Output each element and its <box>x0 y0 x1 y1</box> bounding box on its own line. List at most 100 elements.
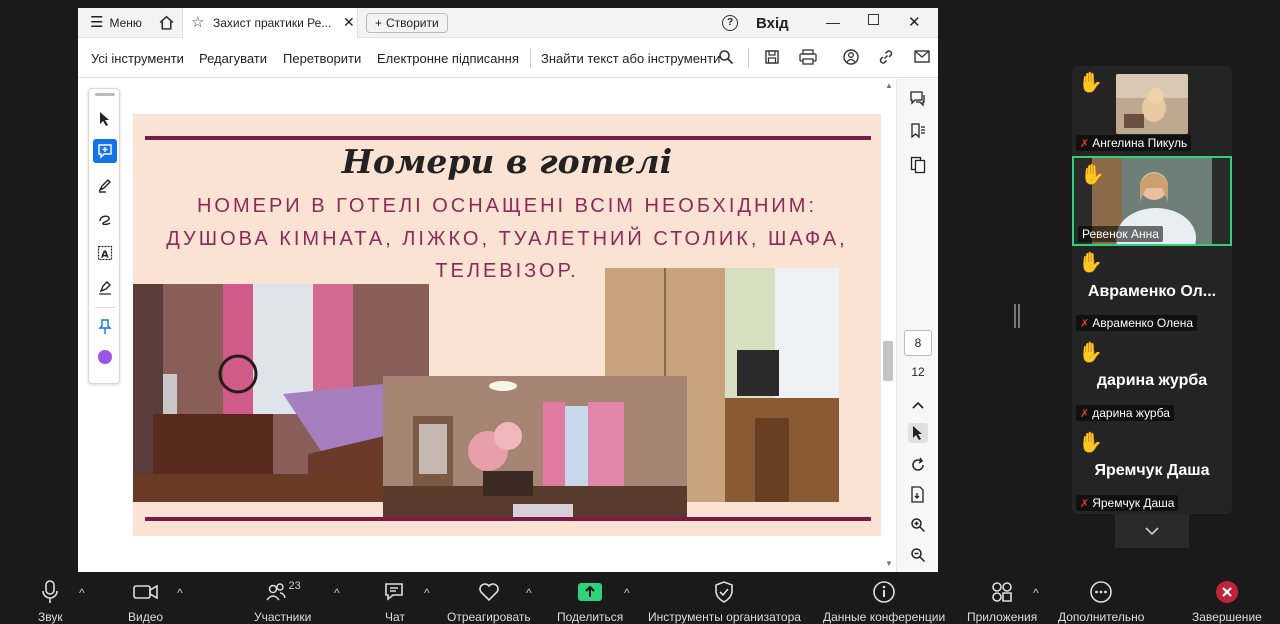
rotate-icon[interactable] <box>908 455 928 475</box>
home-icon[interactable] <box>158 14 175 34</box>
info-icon <box>873 581 895 603</box>
star-icon[interactable]: ☆ <box>191 13 204 31</box>
apps-options-caret[interactable]: ^ <box>1033 586 1039 600</box>
convert-menu[interactable]: Перетворити <box>283 51 361 66</box>
chat-options-caret[interactable]: ^ <box>424 586 430 600</box>
save-icon[interactable] <box>764 49 780 68</box>
scroll-up-icon[interactable]: ▲ <box>885 81 893 90</box>
scroll-down-icon[interactable]: ▼ <box>885 559 893 568</box>
search-field[interactable]: Знайти текст або інструменти <box>541 51 720 66</box>
pages-panel-icon[interactable] <box>908 155 928 175</box>
create-button[interactable]: + Створити <box>366 13 448 33</box>
meeting-info-button[interactable]: Данные конференции <box>823 580 945 624</box>
bookmarks-panel-icon[interactable] <box>908 121 928 141</box>
extract-pages-icon[interactable] <box>908 485 928 505</box>
edit-menu[interactable]: Редагувати <box>199 51 267 66</box>
participants-count: 23 <box>288 580 301 592</box>
close-window-icon[interactable]: ✕ <box>908 13 921 31</box>
participants-options-caret[interactable]: ^ <box>334 586 340 600</box>
video-button[interactable]: Видео <box>128 580 163 624</box>
draw-freeform-icon[interactable] <box>93 207 117 231</box>
muted-mic-icon: ✗ <box>1080 317 1090 330</box>
print-icon[interactable] <box>799 49 817 68</box>
comments-panel-icon[interactable] <box>908 89 928 109</box>
participant-name-label: ✗ дарина журба <box>1076 405 1174 421</box>
slide-page: Номери в готелі НОМЕРИ В ГОТЕЛІ ОСНАЩЕНІ… <box>133 114 881 536</box>
participant-name: Ангелина Пикуль <box>1092 136 1188 150</box>
toolbar-divider <box>748 48 749 68</box>
participant-tile[interactable]: ✋ дарина журба ✗ дарина журба <box>1072 336 1232 426</box>
minimize-icon[interactable]: — <box>826 14 840 30</box>
sign-pen-icon[interactable] <box>93 275 117 299</box>
search-icon[interactable] <box>718 49 734 68</box>
more-icon <box>1090 581 1112 603</box>
end-meeting-button[interactable]: Завершение <box>1192 580 1262 624</box>
chat-label: Чат <box>385 610 405 624</box>
menu-button[interactable]: ☰ Меню <box>90 14 142 31</box>
raised-hand-icon: ✋ <box>1078 252 1103 274</box>
document-scrollbar[interactable]: ▲ ▼ <box>882 79 894 572</box>
participant-tile[interactable]: ✋ Авраменко Ол... ✗ Авраменко Олена <box>1072 246 1232 336</box>
text-box-icon[interactable]: A <box>93 241 117 265</box>
react-button[interactable]: Отреагировать <box>447 580 531 624</box>
maximize-icon[interactable] <box>868 14 879 25</box>
select-tool-icon[interactable] <box>908 423 928 443</box>
esign-menu[interactable]: Електронне підписання <box>377 51 519 66</box>
participant-display-name: Авраменко Ол... <box>1087 283 1217 300</box>
svg-text:A: A <box>101 250 109 261</box>
slide-title: Номери в готелі <box>341 142 673 181</box>
scrollbar-thumb[interactable] <box>883 341 893 381</box>
annotation-toolbar: A <box>88 88 120 384</box>
share-options-caret[interactable]: ^ <box>624 586 630 600</box>
audio-options-caret[interactable]: ^ <box>79 586 85 600</box>
room-photo-center <box>383 376 687 520</box>
toolbar-handle[interactable] <box>95 93 115 96</box>
acrobat-window: ☰ Меню ☆ Захист практики Ре... ✕ + Створ… <box>78 8 938 572</box>
video-camera-icon <box>132 584 158 600</box>
chat-icon <box>385 583 403 601</box>
shield-icon <box>715 581 734 603</box>
page-number-input[interactable]: 8 <box>904 330 932 356</box>
chat-button[interactable]: Чат <box>383 580 407 624</box>
more-button[interactable]: Дополнительно <box>1058 580 1144 624</box>
help-icon[interactable]: ? <box>722 15 738 31</box>
pin-icon[interactable] <box>93 315 117 339</box>
apps-button[interactable]: Приложения <box>967 580 1037 624</box>
slide-top-rule <box>145 136 871 140</box>
gallery-scroll-down-button[interactable] <box>1115 514 1189 548</box>
participant-tile[interactable]: ✋ ✗ Ангелина Пикуль <box>1072 66 1232 156</box>
zoom-out-icon[interactable] <box>908 545 928 565</box>
document-view[interactable]: Номери в готелі НОМЕРИ В ГОТЕЛІ ОСНАЩЕНІ… <box>78 79 896 572</box>
slide-body-line-1: НОМЕРИ В ГОТЕЛІ ОСНАЩЕНІ ВСІМ НЕОБХІДНИМ… <box>196 195 818 217</box>
all-tools-menu[interactable]: Усі інструменти <box>91 51 184 66</box>
zoom-in-icon[interactable] <box>908 515 928 535</box>
meeting-info-label: Данные конференции <box>823 610 946 624</box>
signin-button[interactable]: Вхід <box>756 15 789 32</box>
participants-gallery: ✋ ✗ Ангелина Пикуль ✋ Ревенок Анна ✋ Авр… <box>1072 66 1232 514</box>
highlight-pen-icon[interactable] <box>93 173 117 197</box>
host-tools-button[interactable]: Инструменты организатора <box>648 580 801 624</box>
hamburger-icon: ☰ <box>90 14 104 31</box>
react-options-caret[interactable]: ^ <box>526 586 532 600</box>
slide-body-line-2: ДУШОВА КІМНАТА, ЛІЖКО, ТУАЛЕТНИЙ СТОЛИК,… <box>166 228 848 250</box>
muted-mic-icon: ✗ <box>1080 407 1090 420</box>
document-tab[interactable]: ☆ Захист практики Ре... ✕ <box>182 8 358 38</box>
host-tools-label: Инструменты организатора <box>648 610 801 624</box>
select-cursor-icon[interactable] <box>93 107 117 131</box>
prev-page-icon[interactable] <box>908 395 928 415</box>
audio-button[interactable]: Звук <box>38 580 63 624</box>
pane-resize-handle[interactable] <box>1014 304 1020 328</box>
close-tab-icon[interactable]: ✕ <box>343 14 355 31</box>
participants-button[interactable]: 23 Участники <box>254 580 311 624</box>
link-icon[interactable] <box>878 49 894 68</box>
color-picker-icon[interactable] <box>93 345 117 369</box>
video-options-caret[interactable]: ^ <box>177 586 183 600</box>
share-screen-button[interactable]: Поделиться <box>557 580 623 624</box>
end-label: Завершение <box>1192 610 1262 624</box>
mail-icon[interactable] <box>914 50 930 67</box>
participant-tile[interactable]: ✋ Яремчук Даша ✗ Яремчук Даша <box>1072 426 1232 516</box>
raised-hand-icon: ✋ <box>1078 342 1103 364</box>
participant-tile-active[interactable]: ✋ Ревенок Анна <box>1072 156 1232 246</box>
share-user-icon[interactable] <box>842 48 860 69</box>
add-comment-icon[interactable] <box>93 139 117 163</box>
